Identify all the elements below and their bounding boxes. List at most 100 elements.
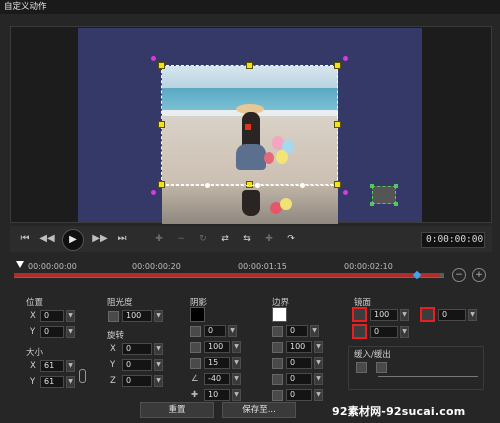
reverse-keyframe-icon[interactable]: ↻ xyxy=(194,232,212,246)
paste-keyframe-icon[interactable]: ✚ xyxy=(260,232,278,246)
size-y-input[interactable]: 61 xyxy=(40,376,64,388)
rotation-x-input[interactable]: 0 xyxy=(122,343,152,355)
border-blur-spinner[interactable]: ▼ xyxy=(314,357,323,369)
shadow-offset-input[interactable]: 10 xyxy=(204,389,230,401)
size-x-input[interactable]: 61 xyxy=(40,360,64,372)
shadow-distance-input[interactable]: 0 xyxy=(204,325,226,337)
go-to-start-icon[interactable]: ⏮ xyxy=(17,232,33,246)
photo-reflection-balloon xyxy=(280,198,292,210)
perspective-handle[interactable] xyxy=(343,56,348,61)
watermark-text: 92素材网-92sucai.com xyxy=(332,405,466,418)
mirror-distance-input[interactable]: 0 xyxy=(370,326,398,338)
position-y-spinner[interactable]: ▼ xyxy=(66,326,75,338)
rotation-y-spinner[interactable]: ▼ xyxy=(154,359,163,371)
shadow-opacity-spinner[interactable]: ▼ xyxy=(232,341,241,353)
mirror-offset-input[interactable]: 0 xyxy=(438,309,466,321)
remove-keyframe-icon[interactable]: − xyxy=(172,232,190,246)
aspect-link-icon[interactable] xyxy=(79,369,86,383)
mirror-opacity-input[interactable]: 100 xyxy=(370,309,398,321)
border-offset-icon xyxy=(272,390,283,401)
timeline-ruler[interactable]: 00:00:00:00 00:00:00:20 00:00:01:15 00:0… xyxy=(14,262,444,280)
shadow-opacity-input[interactable]: 100 xyxy=(204,341,230,353)
mirror-distance-icon[interactable] xyxy=(352,324,367,339)
shadow-distance-spinner[interactable]: ▼ xyxy=(228,325,237,337)
window-title: 自定义动作 xyxy=(0,0,500,14)
resize-handle[interactable] xyxy=(334,62,341,69)
rotate-keyframe-icon[interactable]: ↷ xyxy=(282,232,300,246)
motion-path-node[interactable] xyxy=(255,183,260,188)
rotation-z-spinner[interactable]: ▼ xyxy=(154,375,163,387)
border-offset-spinner[interactable]: ▼ xyxy=(314,389,323,401)
zoom-in-icon[interactable]: + xyxy=(472,268,486,282)
rotation-y-input[interactable]: 0 xyxy=(122,359,152,371)
opacity-spinner[interactable]: ▼ xyxy=(154,310,163,322)
zoom-out-icon[interactable]: − xyxy=(452,268,466,282)
previous-frame-icon[interactable]: ◀◀ xyxy=(39,232,55,246)
motion-path-node[interactable] xyxy=(300,183,305,188)
play-button[interactable]: ▶ xyxy=(62,229,84,251)
position-y-input[interactable]: 0 xyxy=(40,326,64,338)
resize-handle[interactable] xyxy=(158,181,165,188)
shadow-type-icon[interactable] xyxy=(190,326,201,337)
shadow-handle[interactable] xyxy=(370,202,374,206)
border-radius-spinner[interactable]: ▼ xyxy=(314,373,323,385)
border-width-spinner[interactable]: ▼ xyxy=(310,325,319,337)
shadow-handle[interactable] xyxy=(394,202,398,206)
copy-keyframe-icon[interactable]: ⇆ xyxy=(238,232,256,246)
next-frame-icon[interactable]: ▶▶ xyxy=(92,232,108,246)
resize-handle[interactable] xyxy=(246,62,253,69)
border-offset-input[interactable]: 0 xyxy=(286,389,312,401)
fade-in-icon[interactable] xyxy=(356,362,367,373)
resize-handle[interactable] xyxy=(158,121,165,128)
mirror-offset-icon[interactable] xyxy=(420,307,435,322)
swap-keyframes-icon[interactable]: ⇄ xyxy=(216,232,234,246)
shadow-angle-input[interactable]: -40 xyxy=(204,373,230,385)
shadow-handle[interactable] xyxy=(370,184,374,188)
shadow-color-swatch[interactable] xyxy=(190,307,205,322)
ruler-tick-label: 00:00:00:00 xyxy=(28,262,77,271)
opacity-label: 阻光度 xyxy=(107,298,133,308)
resize-handle[interactable] xyxy=(334,181,341,188)
rotation-x-spinner[interactable]: ▼ xyxy=(154,343,163,355)
border-color-swatch[interactable] xyxy=(272,307,287,322)
shadow-offset-spinner[interactable]: ▼ xyxy=(232,389,241,401)
mirror-opacity-spinner[interactable]: ▼ xyxy=(400,309,409,321)
perspective-handle[interactable] xyxy=(151,190,156,195)
reset-button[interactable]: 重置 xyxy=(140,402,214,418)
save-to-button[interactable]: 保存至... xyxy=(222,402,296,418)
timeline-track[interactable] xyxy=(14,273,444,277)
border-blur-icon xyxy=(272,358,283,369)
border-width-input[interactable]: 0 xyxy=(286,325,308,337)
shadow-angle-spinner[interactable]: ▼ xyxy=(232,373,241,385)
border-radius-input[interactable]: 0 xyxy=(286,373,312,385)
size-x-spinner[interactable]: ▼ xyxy=(66,360,75,372)
perspective-handle[interactable] xyxy=(343,190,348,195)
go-to-end-icon[interactable]: ⏭ xyxy=(114,232,130,246)
border-opacity-input[interactable]: 100 xyxy=(286,341,312,353)
border-blur-input[interactable]: 0 xyxy=(286,357,312,369)
size-y-spinner[interactable]: ▼ xyxy=(66,376,75,388)
fade-label: 缓入/缓出 xyxy=(354,350,391,360)
timecode-display[interactable]: 0:00:00:00 xyxy=(421,232,485,248)
shadow-preview-box[interactable] xyxy=(372,186,396,204)
mirror-offset-spinner[interactable]: ▼ xyxy=(468,309,477,321)
fade-slider[interactable] xyxy=(378,376,478,377)
playhead[interactable] xyxy=(16,261,24,268)
shadow-handle[interactable] xyxy=(394,184,398,188)
resize-handle[interactable] xyxy=(334,121,341,128)
opacity-input[interactable]: 100 xyxy=(122,310,152,322)
add-keyframe-icon[interactable]: ✚ xyxy=(150,232,168,246)
mirror-opacity-icon[interactable] xyxy=(352,307,367,322)
resize-handle[interactable] xyxy=(158,62,165,69)
motion-path-node[interactable] xyxy=(205,183,210,188)
fade-out-icon[interactable] xyxy=(376,362,387,373)
shadow-blur-spinner[interactable]: ▼ xyxy=(232,357,241,369)
mirror-distance-spinner[interactable]: ▼ xyxy=(400,326,409,338)
border-opacity-spinner[interactable]: ▼ xyxy=(314,341,323,353)
perspective-handle[interactable] xyxy=(151,56,156,61)
position-x-input[interactable]: 0 xyxy=(40,310,64,322)
position-x-spinner[interactable]: ▼ xyxy=(66,310,75,322)
rotation-z-input[interactable]: 0 xyxy=(122,375,152,387)
anchor-point[interactable] xyxy=(245,124,251,130)
shadow-blur-input[interactable]: 15 xyxy=(204,357,230,369)
